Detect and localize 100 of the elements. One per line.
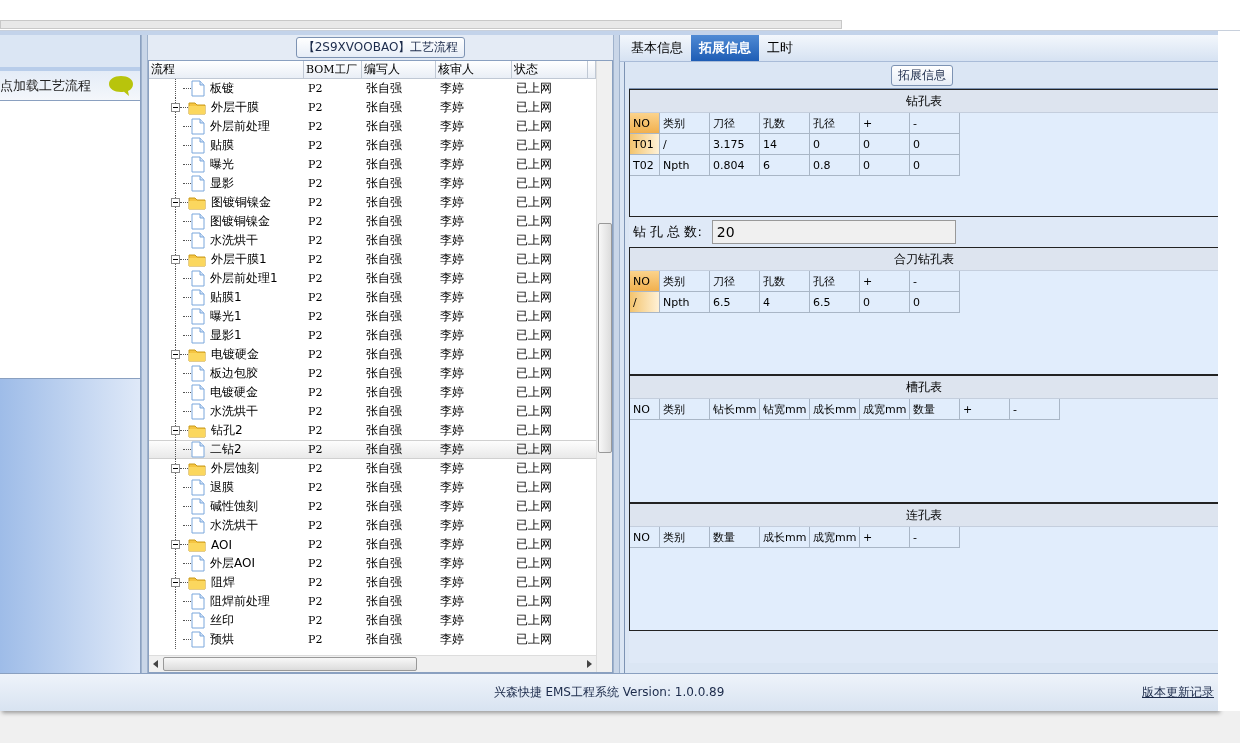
horizontal-scrollbar[interactable] [149, 655, 596, 673]
column-header[interactable]: 类别 [660, 113, 710, 134]
column-header[interactable]: 刀径 [710, 113, 760, 134]
tree-row[interactable]: 外层蚀刻 P2 张自强 李婷 已上网 [149, 459, 596, 478]
tree-row[interactable]: 曝光 P2 张自强 李婷 已上网 [149, 155, 596, 174]
tree-row[interactable]: 电镀硬金 P2 张自强 李婷 已上网 [149, 383, 596, 402]
table-cell-text: P2 [307, 557, 324, 570]
tree-row[interactable]: 水洗烘干 P2 张自强 李婷 已上网 [149, 231, 596, 250]
table-cell-text: P2 [307, 348, 324, 361]
table-cell[interactable]: / [630, 292, 660, 313]
tree-row[interactable]: 电镀硬金 P2 张自强 李婷 已上网 [149, 345, 596, 364]
column-header[interactable]: - [910, 271, 960, 292]
tree-row[interactable]: 外层干膜1 P2 张自强 李婷 已上网 [149, 250, 596, 269]
column-header[interactable]: - [910, 113, 960, 134]
column-header[interactable]: 类别 [660, 399, 710, 420]
table-cell[interactable]: T01 [630, 134, 660, 155]
column-header[interactable]: BOM工厂 [304, 61, 362, 78]
column-header[interactable]: 成宽mm [860, 399, 910, 420]
collapse-icon[interactable] [171, 350, 180, 359]
tree-row[interactable]: 水洗烘干 P2 张自强 李婷 已上网 [149, 402, 596, 421]
tree-row[interactable]: 钻孔2 P2 张自强 李婷 已上网 [149, 421, 596, 440]
tree-row[interactable]: 外层AOI P2 张自强 李婷 已上网 [149, 554, 596, 573]
tree-row[interactable]: 阻焊 P2 张自强 李婷 已上网 [149, 573, 596, 592]
load-hint-bar[interactable]: 点加载工艺流程 [0, 67, 140, 101]
tree-row[interactable]: 外层前处理1 P2 张自强 李婷 已上网 [149, 269, 596, 288]
column-header[interactable]: - [910, 527, 960, 548]
column-header[interactable]: 孔数 [760, 271, 810, 292]
tree-row[interactable]: 外层前处理 P2 张自强 李婷 已上网 [149, 117, 596, 136]
tree-row[interactable]: 碱性蚀刻 P2 张自强 李婷 已上网 [149, 497, 596, 516]
step-name: 电镀硬金 [210, 384, 258, 401]
scroll-left-icon[interactable] [151, 659, 161, 670]
column-header[interactable]: 钻宽mm [760, 399, 810, 420]
tree-row[interactable]: 贴膜1 P2 张自强 李婷 已上网 [149, 288, 596, 307]
tree-row[interactable]: 板边包胶 P2 张自强 李婷 已上网 [149, 364, 596, 383]
column-header[interactable]: 成宽mm [810, 527, 860, 548]
tree-row[interactable]: 图镀铜镍金 P2 张自强 李婷 已上网 [149, 193, 596, 212]
table-cell[interactable]: T02 [630, 155, 660, 176]
load-hint: 点加载工艺流程 [0, 76, 91, 95]
scroll-right-icon[interactable] [584, 659, 594, 670]
collapse-icon[interactable] [171, 426, 180, 435]
horizontal-scrollbar[interactable] [0, 20, 842, 29]
column-header[interactable]: 状态 [512, 61, 588, 78]
column-header[interactable]: + [860, 527, 910, 548]
step-name: 曝光1 [210, 308, 242, 325]
tree-row[interactable]: 二钻2 P2 张自强 李婷 已上网 [149, 440, 596, 459]
table-cell-text: P2 [307, 253, 324, 266]
tree-row[interactable]: 贴膜 P2 张自强 李婷 已上网 [149, 136, 596, 155]
column-header[interactable]: 成长mm [760, 527, 810, 548]
tree-row[interactable]: 显影 P2 张自强 李婷 已上网 [149, 174, 596, 193]
splitter-handle[interactable] [613, 35, 620, 674]
collapse-icon[interactable] [171, 103, 180, 112]
tab[interactable]: 基本信息 [623, 35, 691, 61]
collapse-icon[interactable] [171, 578, 180, 587]
table-cell-text: P2 [307, 101, 324, 114]
column-header[interactable]: + [860, 271, 910, 292]
column-header[interactable]: 数量 [910, 399, 960, 420]
tree-row[interactable]: 曝光1 P2 张自强 李婷 已上网 [149, 307, 596, 326]
vertical-scrollbar[interactable] [596, 61, 612, 673]
tab[interactable]: 拓展信息 [691, 35, 759, 61]
tree-row[interactable]: 退膜 P2 张自强 李婷 已上网 [149, 478, 596, 497]
column-header[interactable]: NO [630, 271, 660, 292]
column-header[interactable]: 刀径 [710, 271, 760, 292]
total-field[interactable]: 20 [711, 220, 956, 244]
table-cell-text: 已上网 [515, 517, 553, 534]
column-header[interactable]: NO [630, 113, 660, 134]
column-header[interactable]: - [1010, 399, 1060, 420]
column-header[interactable]: + [960, 399, 1010, 420]
column-header[interactable]: 类别 [660, 271, 710, 292]
column-header[interactable]: 数量 [710, 527, 760, 548]
collapse-icon[interactable] [171, 255, 180, 264]
tree-row[interactable]: 图镀铜镍金 P2 张自强 李婷 已上网 [149, 212, 596, 231]
column-header[interactable]: 孔径 [810, 113, 860, 134]
tree-row[interactable]: 预烘 P2 张自强 李婷 已上网 [149, 630, 596, 649]
tree-row[interactable]: AOI P2 张自强 李婷 已上网 [149, 535, 596, 554]
tab[interactable]: 工时 [759, 35, 801, 61]
tree-row[interactable]: 板镀 P2 张自强 李婷 已上网 [149, 79, 596, 98]
column-header[interactable]: NO [630, 527, 660, 548]
column-header[interactable]: 孔数 [760, 113, 810, 134]
column-header[interactable]: 流程 [149, 61, 304, 78]
step-name: 退膜 [210, 479, 234, 496]
collapse-icon[interactable] [171, 540, 180, 549]
column-header[interactable]: 编写人 [362, 61, 436, 78]
tree-row[interactable]: 显影1 P2 张自强 李婷 已上网 [149, 326, 596, 345]
tree-row[interactable]: 阻焊前处理 P2 张自强 李婷 已上网 [149, 592, 596, 611]
column-header[interactable]: + [860, 113, 910, 134]
tree-row[interactable]: 水洗烘干 P2 张自强 李婷 已上网 [149, 516, 596, 535]
collapse-icon[interactable] [171, 198, 180, 207]
collapse-icon[interactable] [171, 464, 180, 473]
step-name: 显影1 [210, 327, 242, 344]
tree-row[interactable]: 丝印 P2 张自强 李婷 已上网 [149, 611, 596, 630]
column-header[interactable]: NO [630, 399, 660, 420]
column-header[interactable]: 类别 [660, 527, 710, 548]
column-header[interactable]: 核审人 [436, 61, 512, 78]
changelog-link[interactable]: 版本更新记录 [1142, 684, 1214, 702]
column-header[interactable]: 成长mm [810, 399, 860, 420]
column-header[interactable]: 钻长mm [710, 399, 760, 420]
column-header[interactable]: 孔径 [810, 271, 860, 292]
table-cell-text: 张自强 [365, 327, 403, 344]
tree-row[interactable]: 外层干膜 P2 张自强 李婷 已上网 [149, 98, 596, 117]
splitter-handle[interactable] [141, 35, 148, 674]
